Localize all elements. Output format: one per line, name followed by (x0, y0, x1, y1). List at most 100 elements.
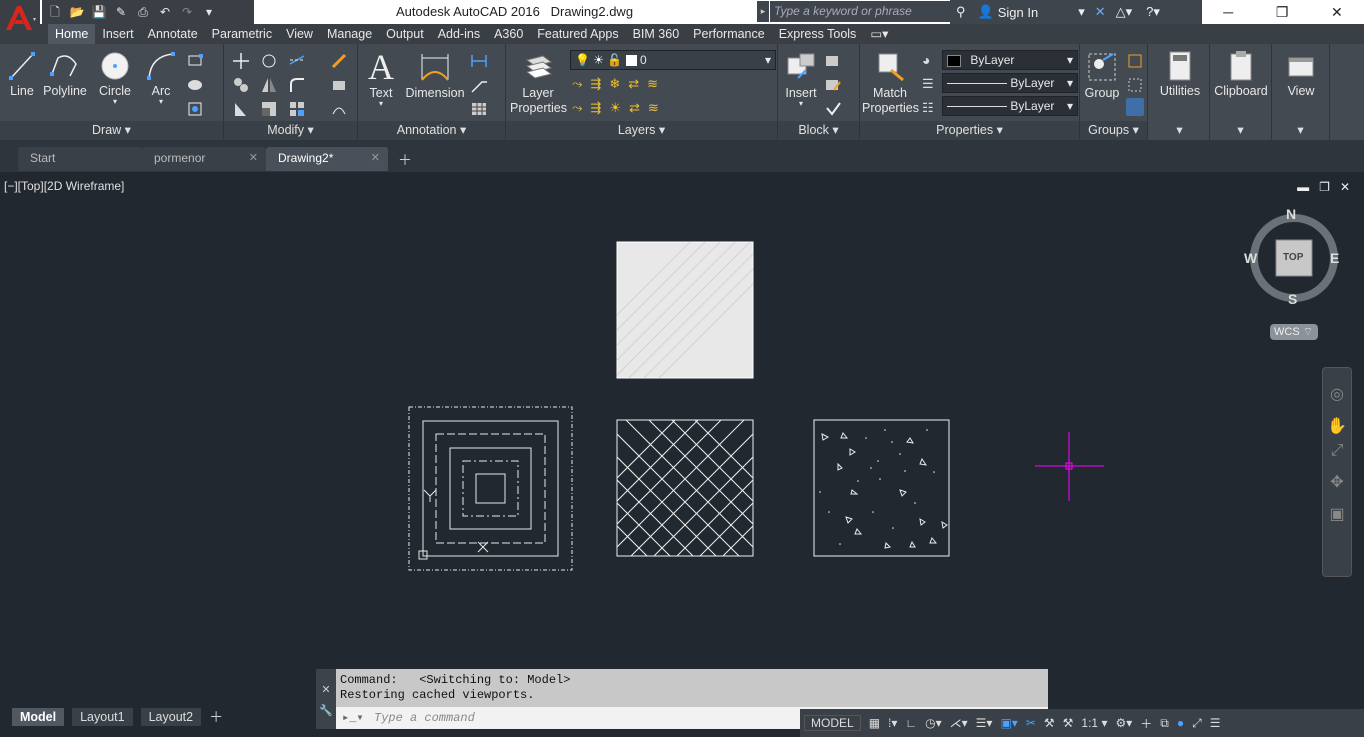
solid-hatch-square[interactable] (540, 232, 805, 392)
block-panel-title[interactable]: Block ▾ (778, 121, 859, 140)
snap-icon[interactable]: ⁞▾ (888, 716, 897, 730)
ortho-icon[interactable]: ∟ (905, 716, 917, 730)
open-icon[interactable]: 📂 (68, 3, 86, 21)
tab-performance[interactable]: Performance (686, 24, 772, 44)
layers-panel-title[interactable]: Layers ▾ (506, 121, 777, 140)
tab-insert[interactable]: Insert (95, 24, 140, 44)
add-layout-icon[interactable]: ＋ (209, 707, 223, 727)
wcs-menu[interactable]: WCS ⌔ (1270, 324, 1318, 340)
command-prompt-icon[interactable]: ▸_▾ (342, 707, 364, 729)
tab-bim360[interactable]: BIM 360 (626, 24, 687, 44)
group-edit-icon[interactable] (1126, 76, 1144, 94)
restore-icon[interactable]: ❐ (1276, 4, 1289, 21)
chevron-down-icon[interactable]: ▾ (782, 100, 820, 108)
autocad-logo-button[interactable] (0, 0, 40, 44)
chevron-down-icon[interactable]: ▾ (1078, 4, 1085, 20)
rectangle-icon[interactable] (186, 52, 204, 70)
table-icon[interactable] (470, 100, 488, 118)
array-icon[interactable] (288, 100, 306, 118)
chevron-down-icon[interactable]: ▾ (364, 100, 398, 108)
concrete-hatch-square[interactable] (813, 419, 950, 557)
customize-qat-icon[interactable]: ▾ (200, 3, 218, 21)
lineweight-icon[interactable]: ☰ (922, 76, 940, 94)
save-as-icon[interactable]: ✎ (112, 3, 130, 21)
modify-panel-title[interactable]: Modify ▾ (224, 121, 357, 140)
tab-express-tools[interactable]: Express Tools (772, 24, 864, 44)
customization-menu-icon[interactable]: ☰ (1210, 716, 1221, 730)
osnap-icon[interactable]: ⋌▾ (950, 716, 968, 730)
chevron-down-icon[interactable]: ▾ (144, 98, 178, 106)
mirror-icon[interactable] (260, 76, 278, 94)
line-button[interactable]: Line (6, 50, 38, 99)
minimize-icon[interactable]: ─ (1223, 4, 1233, 20)
polyline-button[interactable]: Polyline (42, 50, 88, 99)
tab-output[interactable]: Output (379, 24, 431, 44)
tab-model[interactable]: Model (12, 708, 65, 726)
create-block-icon[interactable] (824, 52, 842, 70)
save-icon[interactable]: 💾 (90, 3, 108, 21)
linetype-squares[interactable] (408, 406, 573, 571)
tab-layout1[interactable]: Layout1 (72, 708, 133, 726)
linetype-dropdown[interactable]: ByLayer ▾ (942, 73, 1078, 93)
annotation-visibility-icon[interactable]: ✂ (1026, 716, 1036, 730)
doc-tab-pormenor[interactable]: pormenor ✕ (142, 147, 266, 171)
match-properties-button[interactable]: Match Properties (862, 50, 919, 116)
sign-in-button[interactable]: Sign In (998, 5, 1038, 20)
dimension-button[interactable]: Dimension (404, 50, 466, 101)
layer-freeze-tool-icon[interactable]: ❄ (609, 76, 620, 92)
close-icon[interactable]: ✕ (316, 683, 336, 696)
tab-a360[interactable]: A360 (487, 24, 530, 44)
annotation-scale-icon[interactable]: ⚒ (1063, 716, 1074, 730)
close-icon[interactable]: ✕ (1331, 4, 1343, 21)
trim-icon[interactable] (288, 52, 306, 70)
stretch-icon[interactable] (232, 100, 250, 118)
tab-home[interactable]: Home (48, 24, 96, 44)
linetype-icon[interactable]: ☷ (922, 100, 940, 118)
a360-icon[interactable]: △▾ (1116, 4, 1133, 20)
groups-panel-title[interactable]: Groups ▾ (1080, 121, 1147, 140)
move-icon[interactable] (232, 52, 250, 70)
crosshatch-square[interactable] (511, 419, 859, 557)
close-icon[interactable]: ✕ (371, 147, 380, 169)
chevron-down-icon[interactable]: ▾ (1272, 121, 1329, 140)
scale-icon[interactable] (260, 100, 278, 118)
color-dropdown[interactable]: ByLayer ▾ (942, 50, 1078, 70)
exchange-icon[interactable]: ✕ (1095, 4, 1106, 20)
chevron-down-icon[interactable]: ▾ (1210, 121, 1271, 140)
units-icon[interactable]: ⧉ (1160, 716, 1169, 731)
layer-properties-button[interactable]: Layer Properties (510, 50, 567, 116)
layer-thaw-icon[interactable]: ☀ (609, 100, 621, 116)
ribbon-toggle-icon[interactable]: ▭▾ (863, 24, 895, 44)
layer-lock-tool-icon[interactable]: ⇄ (628, 76, 639, 92)
erase-icon[interactable] (330, 52, 348, 70)
chevron-down-icon[interactable]: ▾ (96, 98, 134, 106)
layer-walk-icon[interactable]: ≋ (648, 100, 659, 116)
offset-icon[interactable] (330, 100, 348, 118)
model-space-button[interactable]: MODEL (804, 715, 861, 731)
layer-unlock-icon[interactable]: ⇄ (629, 100, 640, 116)
lineweight-toggle-icon[interactable]: ☰▾ (976, 716, 993, 730)
workspace-gear-icon[interactable]: ⚙▾ (1115, 716, 1132, 730)
leader-icon[interactable] (470, 76, 488, 94)
tab-manage[interactable]: Manage (320, 24, 379, 44)
zoom-extents-icon[interactable]: ⤢ (1323, 442, 1351, 460)
layer-match-icon[interactable]: ⤳ (572, 100, 582, 116)
boundary-icon[interactable] (186, 100, 204, 118)
tab-add-ins[interactable]: Add-ins (431, 24, 487, 44)
draw-panel-title[interactable]: Draw ▾ (0, 121, 223, 140)
circle-button[interactable]: Circle ▾ (96, 50, 134, 106)
lineweight-dropdown[interactable]: ByLayer ▾ (942, 96, 1078, 116)
polar-icon[interactable]: ◷▾ (925, 716, 942, 730)
insert-button[interactable]: Insert ▾ (782, 50, 820, 108)
tab-annotate[interactable]: Annotate (141, 24, 205, 44)
autoscale-icon[interactable]: ⚒ (1044, 716, 1055, 730)
linear-dim-icon[interactable] (470, 52, 488, 70)
doc-tab-drawing2[interactable]: Drawing2* ✕ (266, 147, 388, 171)
viewcube-east[interactable]: E (1330, 250, 1339, 266)
viewcube-north[interactable]: N (1286, 206, 1296, 222)
tab-parametric[interactable]: Parametric (205, 24, 279, 44)
doc-tab-start[interactable]: Start (18, 147, 142, 171)
viewcube-south[interactable]: S (1288, 291, 1297, 307)
isolate-objects-icon[interactable]: ● (1177, 716, 1184, 730)
search-input[interactable]: Type a keyword or phrase (770, 1, 950, 22)
